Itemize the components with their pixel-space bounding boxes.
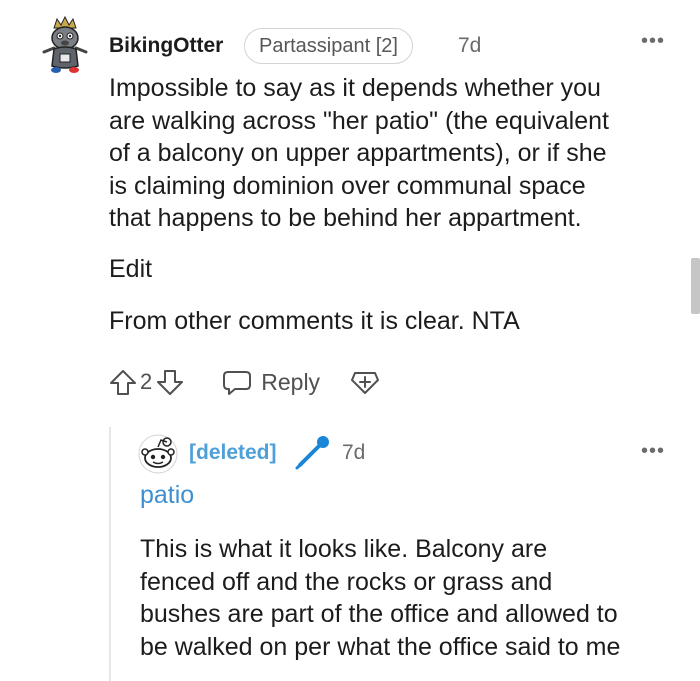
vote-score: 2: [140, 369, 153, 394]
reply-author[interactable]: [deleted]: [189, 441, 277, 465]
reply-timestamp: 7d: [342, 441, 366, 464]
comment-body-line: of a balcony on upper appartments), or i…: [109, 139, 607, 167]
user-flair: Partassipant [2]: [244, 28, 413, 64]
avatar[interactable]: [34, 14, 96, 76]
snoo-avatar-icon: [138, 434, 178, 474]
edit-label: Edit: [109, 255, 153, 283]
reply-body: This is what it looks like. Balcony are …: [140, 533, 685, 663]
otter-avatar-icon: [42, 15, 88, 73]
reply-body-line: bushes are part of the office and allowe…: [140, 600, 618, 628]
comment-body-line: Impossible to say as it depends whether …: [109, 74, 601, 102]
upvote-arrow-icon[interactable]: [108, 367, 138, 397]
award-plus-icon[interactable]: [350, 367, 380, 397]
comment-actions: 2 Reply: [108, 365, 380, 399]
more-options-button[interactable]: •••: [641, 440, 665, 463]
microphone-icon: [292, 434, 332, 470]
reply-body-line: fenced off and the rocks or grass and: [140, 567, 553, 596]
comment-author[interactable]: BikingOtter: [109, 34, 223, 58]
edit-text: From other comments it is clear. NTA: [109, 307, 520, 335]
scrollbar[interactable]: [691, 258, 700, 314]
comment-timestamp: 7d: [458, 34, 482, 57]
reply-flair: patio: [140, 481, 195, 509]
downvote-arrow-icon[interactable]: [155, 367, 185, 397]
comment-body-line: are walking across "her patio" (the equi…: [109, 106, 609, 135]
more-options-button[interactable]: •••: [641, 30, 665, 53]
avatar[interactable]: [138, 434, 178, 474]
speech-bubble-icon: [221, 367, 253, 397]
reply-body-line: be walked on per what the office said to…: [140, 632, 621, 661]
comment-body-line: that happens to be behind her appartment…: [109, 204, 582, 232]
comment-body-line: is claiming dominion over communal space: [109, 171, 586, 200]
comment-body: Impossible to say as it depends whether …: [109, 72, 679, 235]
reply-body-line: This is what it looks like. Balcony are: [140, 535, 548, 563]
reply-button[interactable]: Reply: [221, 367, 320, 397]
thread-line[interactable]: [109, 427, 111, 681]
reply-label: Reply: [261, 368, 321, 395]
